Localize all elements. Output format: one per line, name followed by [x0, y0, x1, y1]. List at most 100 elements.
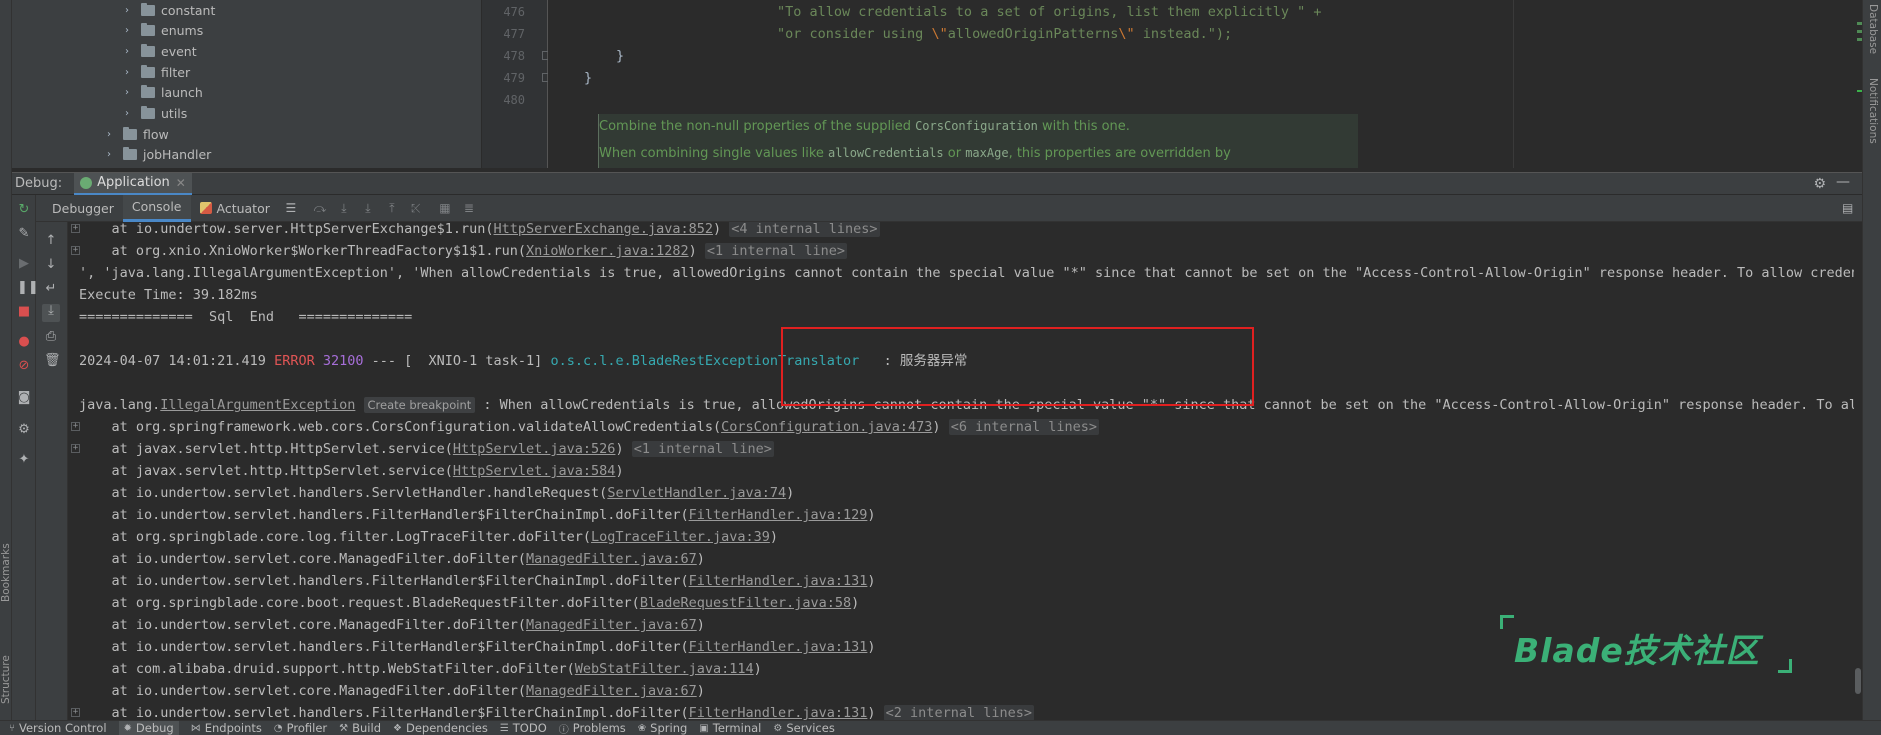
tool-button-problems[interactable]: ⓘ Problems	[559, 721, 626, 735]
stack-frame-line: at io.undertow.servlet.core.ManagedFilte…	[79, 548, 705, 570]
chevron-right-icon[interactable]: ›	[125, 25, 135, 36]
print-icon[interactable]: ⎙	[44, 330, 58, 344]
camera-icon[interactable]: ◙	[17, 391, 31, 405]
bookmarks-tool-label[interactable]: Bookmarks	[0, 543, 12, 602]
source-link[interactable]: ServletHandler.java:74	[607, 485, 786, 501]
source-link[interactable]: FilterHandler.java:129	[689, 507, 868, 523]
rerun-icon[interactable]: ↻	[17, 203, 31, 217]
source-link[interactable]: FilterHandler.java:131	[689, 573, 868, 589]
tool-button-services[interactable]: ⚙ Services	[773, 721, 834, 735]
tool-button-todo[interactable]: ☰ TODO	[500, 721, 547, 735]
step-over-icon[interactable]: ⤼	[313, 201, 327, 216]
source-link[interactable]: WebStatFilter.java:114	[575, 661, 754, 677]
chevron-right-icon[interactable]: ›	[125, 46, 135, 57]
source-link[interactable]: HttpServlet.java:526	[453, 441, 616, 457]
source-link[interactable]: XnioWorker.java:1282	[526, 243, 689, 259]
folder-icon	[141, 23, 155, 37]
source-link[interactable]: BladeRequestFilter.java:58	[640, 595, 851, 611]
expand-icon[interactable]: +	[71, 444, 80, 453]
tree-item-constant[interactable]: › constant	[125, 0, 215, 20]
source-link[interactable]: HttpServlet.java:584	[453, 463, 616, 479]
close-icon[interactable]: ✕	[176, 176, 186, 190]
scrollbar-thumb[interactable]	[1855, 668, 1861, 694]
source-link[interactable]: FilterHandler.java:131	[689, 639, 868, 655]
notifications-tool-label[interactable]: Notifications	[1867, 78, 1879, 144]
tree-item-flow[interactable]: › flow	[107, 124, 169, 144]
structure-tool-label[interactable]: Structure	[0, 655, 12, 704]
internal-lines-hint[interactable]: <4 internal lines>	[729, 222, 880, 237]
code-editor[interactable]: "To allow credentials to a set of origin…	[548, 0, 1513, 168]
doc-code: allowCredentials	[828, 146, 944, 160]
step-out-icon[interactable]: ⤒	[385, 201, 399, 216]
tool-button-dependencies[interactable]: ❖ Dependencies	[393, 721, 488, 735]
tree-item-enums[interactable]: › enums	[125, 21, 203, 41]
settings-icon[interactable]: ⚙	[17, 423, 31, 437]
trace-icon[interactable]: ≣	[462, 201, 476, 215]
source-link[interactable]: LogTraceFilter.java:39	[591, 529, 770, 545]
menu-icon[interactable]: ☰	[284, 201, 298, 215]
tree-item-launch[interactable]: › launch	[125, 83, 203, 103]
minimize-icon[interactable]: —	[1836, 174, 1850, 190]
expand-icon[interactable]: +	[71, 224, 80, 233]
pin-icon[interactable]: ✦	[17, 453, 31, 467]
scroll-to-end-icon[interactable]: ⤓	[42, 304, 60, 322]
chevron-right-icon[interactable]: ›	[125, 87, 135, 98]
run-config-tab[interactable]: Application ✕	[74, 172, 192, 195]
console-text: at io.undertow.servlet.handlers.FilterHa…	[79, 573, 689, 589]
expand-icon[interactable]: +	[71, 422, 80, 431]
tool-button-endpoints[interactable]: ⋈ Endpoints	[191, 721, 262, 735]
internal-lines-hint[interactable]: <6 internal lines>	[948, 419, 1100, 435]
tree-item-jobhandler[interactable]: › jobHandler	[107, 145, 211, 165]
chevron-right-icon[interactable]: ›	[107, 149, 117, 160]
console-scrollbar[interactable]	[1854, 222, 1862, 720]
tool-button-terminal[interactable]: ▣ Terminal	[699, 721, 761, 735]
layout-icon[interactable]: ▤	[1842, 201, 1856, 215]
stop-icon[interactable]: ■	[17, 305, 31, 319]
tree-item-event[interactable]: › event	[125, 41, 197, 61]
console-text: )	[769, 529, 778, 545]
tab-console[interactable]: Console	[122, 194, 191, 222]
source-link[interactable]: HttpServerExchange.java:852	[494, 222, 713, 237]
pause-icon[interactable]: ❚❚	[17, 281, 39, 295]
create-breakpoint-button[interactable]: Create breakpoint	[363, 397, 476, 413]
expand-icon[interactable]: +	[71, 246, 80, 255]
source-link[interactable]: ManagedFilter.java:67	[526, 683, 697, 699]
tab-actuator[interactable]: Actuator	[191, 195, 279, 222]
trash-icon[interactable]: 🗑	[44, 354, 61, 368]
tool-button-profiler[interactable]: ◔ Profiler	[274, 721, 327, 735]
tool-button-debug[interactable]: ✹ Debug	[118, 720, 179, 735]
chevron-right-icon[interactable]: ›	[125, 108, 135, 119]
internal-lines-hint[interactable]: <1 internal line>	[704, 243, 848, 259]
drop-frame-icon[interactable]: ⤪	[409, 201, 423, 216]
expand-icon[interactable]: +	[71, 708, 80, 717]
tool-button-version-control[interactable]: ⑂ Version Control	[9, 721, 107, 735]
wrench-icon[interactable]: ✎	[17, 227, 31, 241]
exception-link[interactable]: IllegalArgumentException	[160, 397, 355, 413]
chevron-right-icon[interactable]: ›	[125, 67, 135, 78]
resume-icon[interactable]: ▶	[17, 257, 31, 271]
arrow-down-icon[interactable]: ↓	[44, 258, 58, 272]
tree-item-filter[interactable]: › filter	[125, 62, 190, 82]
tool-button-spring[interactable]: ❀ Spring	[638, 721, 688, 735]
source-link[interactable]: FilterHandler.java:131	[689, 705, 868, 720]
force-step-into-icon[interactable]: ⤓	[361, 201, 375, 216]
internal-lines-hint[interactable]: <2 internal lines>	[883, 705, 1034, 720]
mute-breakpoints-icon[interactable]: ⊘	[17, 359, 31, 373]
source-link[interactable]: ManagedFilter.java:67	[526, 617, 697, 633]
database-tool-label[interactable]: Database	[1867, 4, 1879, 54]
source-link[interactable]: CorsConfiguration.java:473	[721, 419, 932, 435]
step-into-icon[interactable]: ⤓	[337, 201, 351, 216]
gear-icon[interactable]: ⚙	[1813, 176, 1826, 192]
tab-debugger[interactable]: Debugger	[43, 195, 123, 222]
chevron-right-icon[interactable]: ›	[125, 5, 135, 16]
project-tree[interactable]: › constant › enums › event › filter › launch › util…	[12, 0, 482, 168]
chevron-right-icon[interactable]: ›	[107, 129, 117, 140]
source-link[interactable]: ManagedFilter.java:67	[526, 551, 697, 567]
tree-item-utils[interactable]: › utils	[125, 104, 187, 124]
arrow-up-icon[interactable]: ↑	[44, 234, 58, 248]
view-breakpoints-icon[interactable]: ●	[17, 335, 31, 349]
internal-lines-hint[interactable]: <1 internal line>	[631, 441, 774, 457]
tool-button-build[interactable]: ⚒ Build	[339, 721, 381, 735]
evaluate-icon[interactable]: ▦	[438, 201, 452, 215]
soft-wrap-icon[interactable]: ↵	[44, 282, 58, 296]
